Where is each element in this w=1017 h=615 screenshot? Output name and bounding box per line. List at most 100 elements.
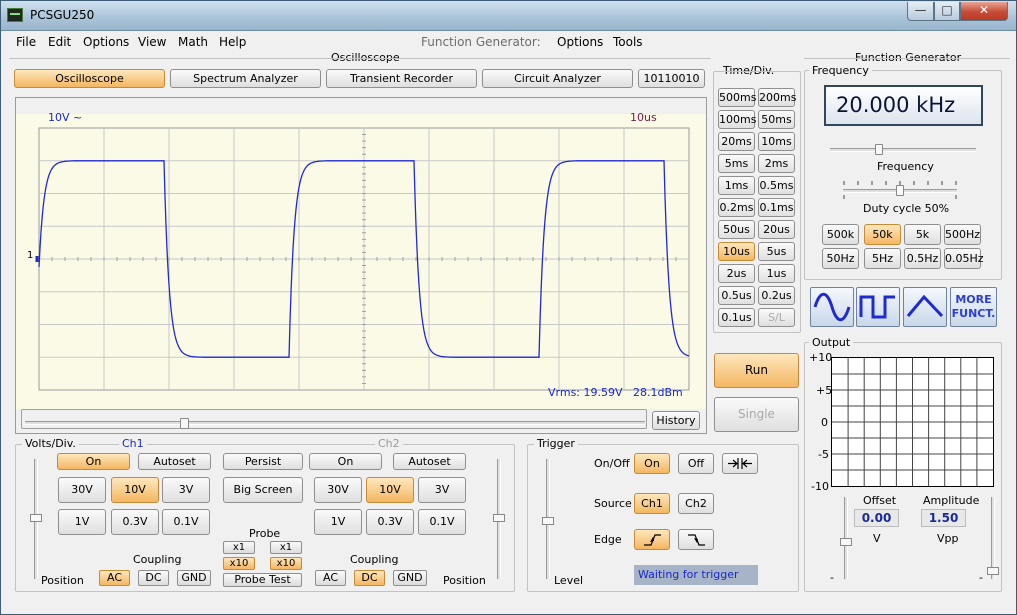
big-screen-button[interactable]: Big Screen — [223, 477, 303, 503]
trigger-level-thumb[interactable] — [542, 517, 554, 525]
ch2-range-1v[interactable]: 1V — [314, 509, 362, 535]
ch2-probe-x1[interactable]: x1 — [270, 541, 302, 554]
menu-fg-options[interactable]: Options — [557, 35, 603, 49]
timediv-button-0-5ms[interactable]: 0.5ms — [758, 176, 795, 195]
timediv-button-200ms[interactable]: 200ms — [758, 88, 796, 107]
tab-circuit-analyzer[interactable]: Circuit Analyzer — [482, 69, 633, 88]
timediv-button-10ms[interactable]: 10ms — [758, 132, 795, 151]
single-button[interactable]: Single — [714, 397, 799, 432]
ch1-range-1v[interactable]: 1V — [58, 509, 106, 535]
fg-range-50hz[interactable]: 50Hz — [822, 248, 859, 269]
fg-range-500hz[interactable]: 500Hz — [944, 224, 981, 245]
timediv-button-500ms[interactable]: 500ms — [718, 88, 756, 107]
timediv-button-0-1us[interactable]: 0.1us — [718, 308, 755, 327]
menu-view[interactable]: View — [138, 35, 166, 49]
more-functions-button[interactable]: MORE FUNCT. — [950, 287, 997, 327]
timediv-button-s-l[interactable]: S/L — [758, 308, 795, 327]
offset-slider-thumb[interactable] — [840, 538, 852, 546]
minimize-button[interactable]: — — [907, 2, 934, 21]
trigger-off-button[interactable]: Off — [678, 453, 714, 474]
menu-math[interactable]: Math — [178, 35, 208, 49]
fg-range-500k[interactable]: 500k — [822, 224, 859, 245]
ch1-autoset-button[interactable]: Autoset — [138, 453, 211, 470]
timediv-button-0-2ms[interactable]: 0.2ms — [718, 198, 755, 217]
timediv-button-50ms[interactable]: 50ms — [758, 110, 795, 129]
horizontal-position-thumb[interactable] — [180, 418, 189, 429]
timediv-button-0-2us[interactable]: 0.2us — [758, 286, 795, 305]
ch1-probe-x10[interactable]: x10 — [223, 557, 255, 570]
timediv-button-100ms[interactable]: 100ms — [718, 110, 756, 129]
ch2-coupling-ac[interactable]: AC — [315, 570, 346, 586]
fg-range-5k[interactable]: 5k — [904, 224, 941, 245]
maximize-button[interactable]: □ — [934, 2, 960, 21]
ch1-coupling-ac[interactable]: AC — [99, 570, 130, 586]
ch2-range-30v[interactable]: 30V — [314, 477, 362, 503]
frequency-slider-track[interactable] — [830, 148, 976, 152]
menu-help[interactable]: Help — [219, 35, 246, 49]
ch2-position-thumb[interactable] — [493, 514, 505, 522]
persist-button[interactable]: Persist — [223, 453, 303, 470]
tab-oscilloscope[interactable]: Oscilloscope — [14, 69, 165, 88]
ch2-range-0-3v[interactable]: 0.3V — [366, 509, 414, 535]
fg-range-0-5hz[interactable]: 0.5Hz — [904, 248, 941, 269]
ch2-coupling-gnd[interactable]: GND — [393, 570, 427, 586]
frequency-slider-thumb[interactable] — [875, 144, 883, 155]
ch1-range-0-3v[interactable]: 0.3V — [111, 509, 159, 535]
fg-range-50k[interactable]: 50k — [864, 224, 901, 245]
timediv-button-2us[interactable]: 2us — [718, 264, 755, 283]
sine-wave-button[interactable] — [810, 287, 854, 327]
fg-range-5hz[interactable]: 5Hz — [864, 248, 901, 269]
timediv-button-20us[interactable]: 20us — [758, 220, 795, 239]
ch2-on-button[interactable]: On — [309, 453, 382, 470]
ch2-range-3v[interactable]: 3V — [418, 477, 466, 503]
ch1-coupling-gnd[interactable]: GND — [177, 570, 211, 586]
menu-edit[interactable]: Edit — [48, 35, 71, 49]
tab-transient-recorder[interactable]: Transient Recorder — [326, 69, 477, 88]
menu-options[interactable]: Options — [83, 35, 129, 49]
menu-file[interactable]: File — [16, 35, 36, 49]
trigger-center-button[interactable] — [722, 453, 758, 474]
square-wave-button[interactable] — [856, 287, 900, 327]
trigger-level-label: Level — [554, 574, 584, 587]
trigger-source-ch2[interactable]: Ch2 — [678, 493, 714, 514]
trigger-on-button[interactable]: On — [634, 453, 670, 474]
trigger-source-ch1[interactable]: Ch1 — [634, 493, 670, 514]
timediv-button-1ms[interactable]: 1ms — [718, 176, 755, 195]
ch1-probe-x1[interactable]: x1 — [223, 541, 255, 554]
fg-range-0-05hz[interactable]: 0.05Hz — [944, 248, 984, 269]
run-button[interactable]: Run — [714, 353, 799, 388]
ch2-probe-x10[interactable]: x10 — [270, 557, 302, 570]
menu-fg-tools[interactable]: Tools — [613, 35, 643, 49]
ch1-range-10v[interactable]: 10V — [111, 477, 159, 503]
ch1-range-0-1v[interactable]: 0.1V — [162, 509, 210, 535]
ch2-range-0-1v[interactable]: 0.1V — [418, 509, 466, 535]
amplitude-slider-thumb[interactable] — [987, 567, 999, 575]
ch1-on-button[interactable]: On — [57, 453, 130, 470]
trigger-edge-falling[interactable] — [678, 529, 714, 550]
timediv-button-10us[interactable]: 10us — [718, 242, 755, 261]
trigger-edge-rising[interactable] — [634, 529, 670, 550]
scope-screen[interactable]: 10V ~ 10us 1 Vrms: 19.59V 28.1dBm — [16, 111, 706, 409]
timediv-button-50us[interactable]: 50us — [718, 220, 755, 239]
history-button[interactable]: History — [652, 411, 700, 430]
offset-unit: V — [873, 532, 881, 545]
ch1-coupling-dc[interactable]: DC — [138, 570, 169, 586]
ch1-range-30v[interactable]: 30V — [58, 477, 106, 503]
close-button[interactable]: ✕ — [960, 2, 1008, 21]
timediv-button-0-1ms[interactable]: 0.1ms — [758, 198, 795, 217]
timediv-button-1us[interactable]: 1us — [758, 264, 795, 283]
timediv-button-5ms[interactable]: 5ms — [718, 154, 755, 173]
timediv-button-0-5us[interactable]: 0.5us — [718, 286, 755, 305]
ch1-range-3v[interactable]: 3V — [162, 477, 210, 503]
ch2-range-10v[interactable]: 10V — [366, 477, 414, 503]
probe-test-button[interactable]: Probe Test — [223, 573, 302, 587]
tab-logic-analyzer[interactable]: 10110010 — [638, 69, 705, 88]
ch1-position-thumb[interactable] — [30, 514, 42, 522]
ch2-autoset-button[interactable]: Autoset — [393, 453, 466, 470]
triangle-wave-button[interactable] — [903, 287, 947, 327]
timediv-button-2ms[interactable]: 2ms — [758, 154, 795, 173]
timediv-button-5us[interactable]: 5us — [758, 242, 795, 261]
ch2-coupling-dc[interactable]: DC — [354, 570, 385, 586]
tab-spectrum-analyzer[interactable]: Spectrum Analyzer — [170, 69, 321, 88]
timediv-button-20ms[interactable]: 20ms — [718, 132, 755, 151]
